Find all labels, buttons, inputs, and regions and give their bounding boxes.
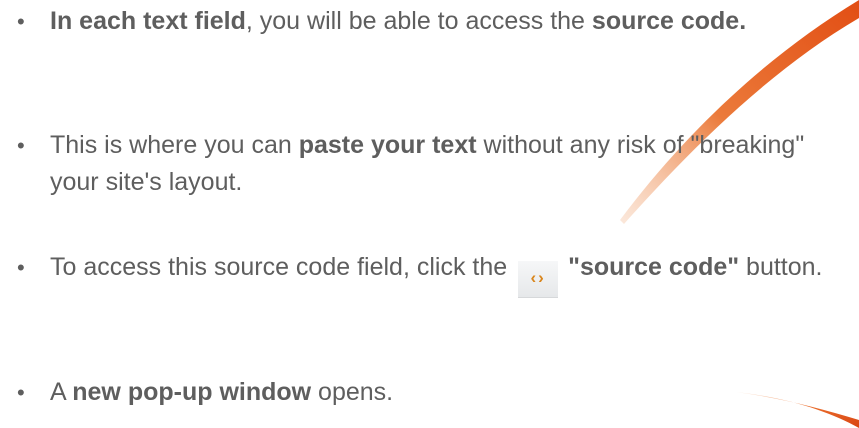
bullet-4-text-start: A [50, 378, 73, 406]
bullet-3-text-start: To access this source code field, click … [50, 253, 515, 281]
bullet-3-bold-source-code: "source code" [568, 253, 740, 281]
slide: In each text field, you will be able to … [0, 0, 859, 428]
bullet-item-1: In each text field, you will be able to … [17, 3, 840, 40]
bullet-2-text-start: This is where you can [50, 131, 299, 159]
bullet-4-bold-popup: new pop-up window [72, 378, 312, 406]
bullet-item-3: To access this source code field, click … [17, 249, 840, 298]
source-code-icon[interactable]: ‹› [518, 261, 559, 298]
bullet-3-text-end: button. [739, 253, 823, 281]
bullet-4-text-end: opens. [311, 378, 394, 406]
decorative-swoosh [620, 0, 859, 428]
bullet-item-2: This is where you can paste your text wi… [17, 127, 840, 201]
bullet-1-bold-source-code: source code. [591, 7, 747, 35]
bullet-item-4: A new pop-up window opens. [17, 374, 840, 411]
bullet-2-bold-paste: paste your text [298, 131, 477, 159]
bullet-1-text: , you will be able to access the [245, 7, 592, 35]
bullet-1-bold-text-field: In each text field [50, 7, 246, 35]
